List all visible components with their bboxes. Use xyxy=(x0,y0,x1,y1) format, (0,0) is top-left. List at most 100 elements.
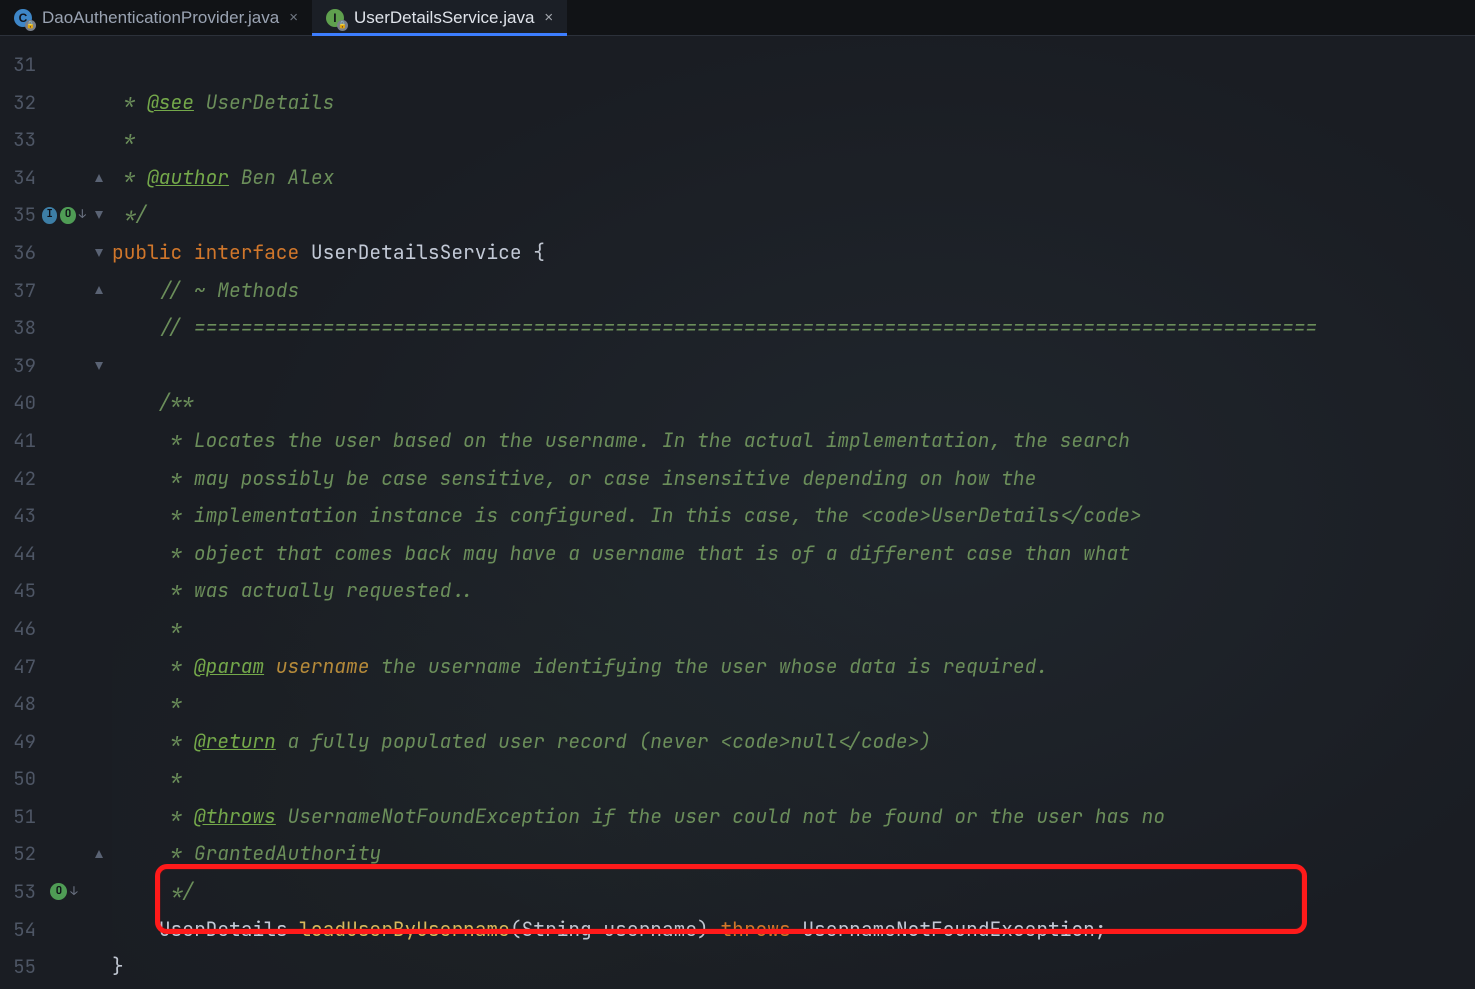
fold-gutter-row xyxy=(86,572,111,610)
fold-end-icon[interactable] xyxy=(92,847,106,861)
line-number: 36 xyxy=(0,234,42,272)
fold-gutter-row xyxy=(86,948,111,986)
fold-gutter-row xyxy=(86,497,111,535)
line-number-gutter: 3132333435363738394041424344454647484950… xyxy=(0,36,42,989)
gutter-mark-row: O↓ xyxy=(42,873,86,911)
gutter-mark-row xyxy=(42,723,86,761)
gutter-mark-row xyxy=(42,798,86,836)
gutter-mark-row xyxy=(42,422,86,460)
fold-gutter-row xyxy=(86,685,111,723)
line-number: 45 xyxy=(0,572,42,610)
line-number: 54 xyxy=(0,911,42,949)
gutter-mark-row xyxy=(42,572,86,610)
override-icon[interactable]: O xyxy=(60,207,75,224)
line-number: 42 xyxy=(0,460,42,498)
gutter-mark-row xyxy=(42,234,86,272)
fold-gutter-row xyxy=(86,46,111,84)
fold-gutter-row xyxy=(86,798,111,836)
gutter-mark-row xyxy=(42,648,86,686)
line-number: 40 xyxy=(0,384,42,422)
gutter-mark-row xyxy=(42,347,86,385)
fold-start-icon[interactable] xyxy=(92,208,106,222)
gutter-mark-row xyxy=(42,497,86,535)
line-number: 34 xyxy=(0,159,42,197)
gutter-mark-row xyxy=(42,384,86,422)
gutter-mark-row xyxy=(42,835,86,873)
fold-gutter-row xyxy=(86,610,111,648)
gutter-mark-row xyxy=(42,911,86,949)
gutter-mark-row xyxy=(42,460,86,498)
line-number: 48 xyxy=(0,685,42,723)
fold-gutter-row xyxy=(86,309,111,347)
line-number: 53 xyxy=(0,873,42,911)
tab-dao-authentication-provider[interactable]: C 🔒 DaoAuthenticationProvider.java × xyxy=(0,0,312,35)
close-icon[interactable]: × xyxy=(544,9,553,26)
gutter-mark-row xyxy=(42,948,86,986)
fold-gutter-row xyxy=(86,121,111,159)
gutter-mark-row xyxy=(42,760,86,798)
line-number: 47 xyxy=(0,648,42,686)
line-number: 33 xyxy=(0,121,42,159)
class-file-icon: C 🔒 xyxy=(14,9,32,27)
fold-end-icon[interactable] xyxy=(92,171,106,185)
fold-gutter xyxy=(86,36,112,989)
tab-user-details-service[interactable]: I 🔒 UserDetailsService.java × xyxy=(312,0,567,35)
tab-label: DaoAuthenticationProvider.java xyxy=(42,8,279,28)
line-number: 39 xyxy=(0,347,42,385)
editor-tab-bar: C 🔒 DaoAuthenticationProvider.java × I 🔒… xyxy=(0,0,1475,36)
fold-gutter-row xyxy=(86,835,111,873)
fold-start-icon[interactable] xyxy=(92,359,106,373)
gutter-mark-row xyxy=(42,159,86,197)
fold-gutter-row xyxy=(86,422,111,460)
fold-start-icon[interactable] xyxy=(92,246,106,260)
line-number: 43 xyxy=(0,497,42,535)
line-number: 38 xyxy=(0,309,42,347)
fold-gutter-row xyxy=(86,760,111,798)
fold-gutter-row xyxy=(86,347,111,385)
line-number: 50 xyxy=(0,760,42,798)
fold-gutter-row xyxy=(86,535,111,573)
line-number: 37 xyxy=(0,272,42,310)
line-number: 52 xyxy=(0,835,42,873)
fold-gutter-row xyxy=(86,234,111,272)
gutter-mark-row xyxy=(42,121,86,159)
tab-label: UserDetailsService.java xyxy=(354,8,534,28)
gutter-mark-row xyxy=(42,309,86,347)
fold-end-icon[interactable] xyxy=(92,283,106,297)
line-number: 51 xyxy=(0,798,42,836)
fold-gutter-row xyxy=(86,648,111,686)
lock-icon: 🔒 xyxy=(25,20,36,31)
fold-gutter-row xyxy=(86,460,111,498)
line-number: 32 xyxy=(0,84,42,122)
gutter-mark-row xyxy=(42,610,86,648)
line-number: 49 xyxy=(0,723,42,761)
override-icon[interactable]: O xyxy=(50,883,67,900)
gutter-mark-row xyxy=(42,46,86,84)
implements-arrow-icon[interactable]: ↓ xyxy=(70,873,77,911)
gutter-mark-row: IO↓ xyxy=(42,196,86,234)
gutter-mark-row xyxy=(42,84,86,122)
implemented-icon[interactable]: I xyxy=(42,207,57,224)
implements-arrow-icon[interactable]: ↓ xyxy=(79,196,86,234)
fold-gutter-row xyxy=(86,196,111,234)
gutter-mark-row xyxy=(42,535,86,573)
fold-gutter-row xyxy=(86,873,111,911)
line-number: 44 xyxy=(0,535,42,573)
fold-gutter-row xyxy=(86,159,111,197)
close-icon[interactable]: × xyxy=(289,9,298,26)
line-number: 35 xyxy=(0,196,42,234)
code-editor[interactable]: 3132333435363738394041424344454647484950… xyxy=(0,36,1475,989)
fold-gutter-row xyxy=(86,911,111,949)
line-number: 41 xyxy=(0,422,42,460)
line-number: 46 xyxy=(0,610,42,648)
fold-gutter-row xyxy=(86,272,111,310)
fold-gutter-row xyxy=(86,384,111,422)
fold-gutter-row xyxy=(86,723,111,761)
code-area[interactable]: * @see UserDetails * * @author Ben Alex … xyxy=(112,36,1475,989)
interface-file-icon: I 🔒 xyxy=(326,9,344,27)
gutter-mark-row xyxy=(42,685,86,723)
line-number: 55 xyxy=(0,948,42,986)
marker-gutter: IO↓O↓ xyxy=(42,36,86,989)
line-number: 31 xyxy=(0,46,42,84)
fold-gutter-row xyxy=(86,84,111,122)
